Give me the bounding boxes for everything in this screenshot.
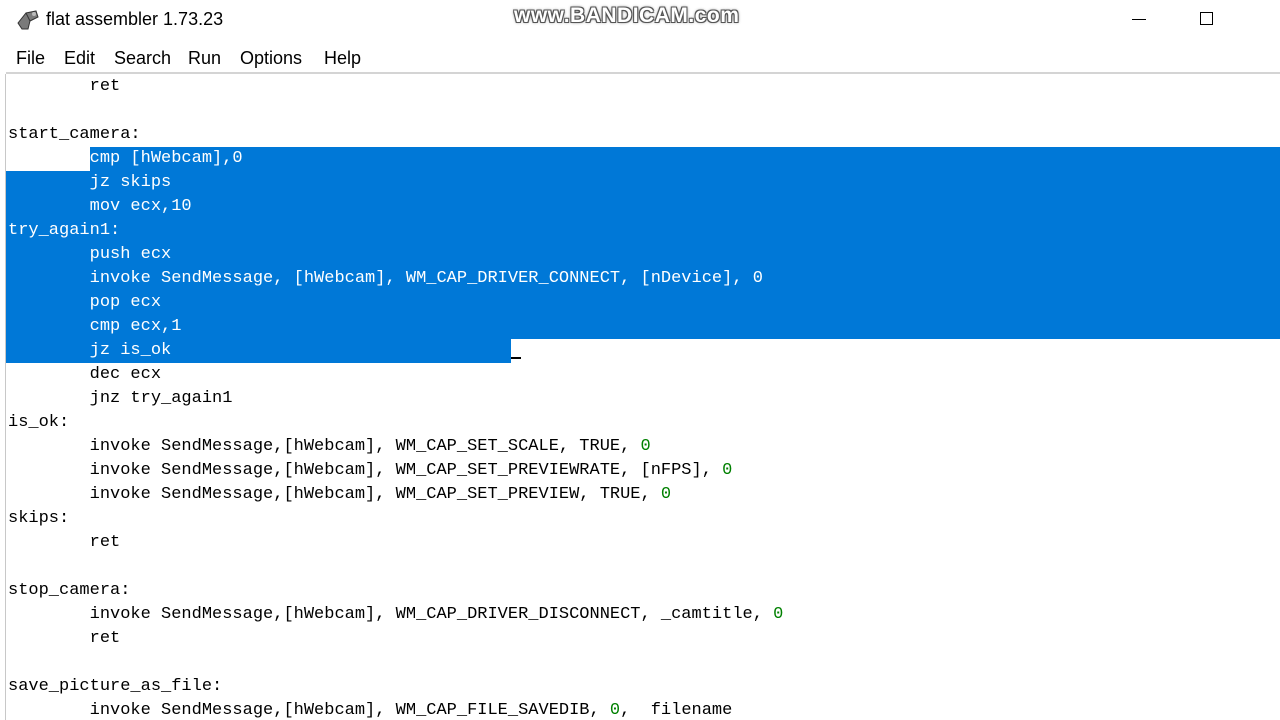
- selection-highlight: [6, 171, 1280, 339]
- code-text: save_picture_as_file:: [8, 677, 223, 696]
- code-text: ret: [8, 533, 121, 552]
- code-text: invoke SendMessage,[hWebcam], WM_CAP_SET…: [8, 485, 661, 504]
- code-line: start_camera:: [8, 123, 141, 147]
- code-line: invoke SendMessage, [hWebcam], WM_CAP_DR…: [8, 267, 763, 291]
- code-line: invoke SendMessage,[hWebcam], WM_CAP_FIL…: [8, 699, 733, 720]
- code-editor[interactable]: ret start_camera: cmp [hWebcam],0 jz skip…: [6, 74, 1280, 720]
- code-line: save_picture_as_file:: [8, 675, 222, 699]
- code-line: dec ecx: [8, 363, 161, 387]
- title-bar: flat assembler 1.73.23 www.BANDICAM.com: [0, 0, 1280, 40]
- minimize-icon: [1132, 19, 1146, 20]
- code-line: ret: [8, 75, 121, 99]
- code-text: pop ecx: [8, 293, 162, 312]
- menu-file[interactable]: File: [16, 48, 45, 69]
- numeric-literal: 0: [773, 605, 784, 624]
- menu-options[interactable]: Options: [240, 48, 302, 69]
- code-line: cmp ecx,1: [8, 315, 182, 339]
- code-text-continuation: , filename: [620, 701, 733, 720]
- code-line: skips:: [8, 507, 69, 531]
- menu-help[interactable]: Help: [324, 48, 361, 69]
- code-text: invoke SendMessage,[hWebcam], WM_CAP_DRI…: [8, 605, 774, 624]
- code-line: jnz try_again1: [8, 387, 233, 411]
- code-text: dec ecx: [8, 365, 162, 384]
- code-text: invoke SendMessage,[hWebcam], WM_CAP_SET…: [8, 461, 723, 480]
- code-text: push ecx: [8, 245, 172, 264]
- text-cursor: [511, 357, 521, 359]
- menu-bar: File Edit Search Run Options Help: [0, 42, 1280, 72]
- code-text: invoke SendMessage,[hWebcam], WM_CAP_SET…: [8, 437, 641, 456]
- code-text: invoke SendMessage,[hWebcam], WM_CAP_FIL…: [8, 701, 610, 720]
- watermark: www.BANDICAM.com: [514, 4, 740, 27]
- code-line: ret: [8, 627, 121, 651]
- numeric-literal: 0: [722, 461, 733, 480]
- code-text: try_again1:: [8, 221, 121, 240]
- code-line: cmp [hWebcam],0: [8, 147, 243, 171]
- selection-highlight: [90, 147, 1280, 171]
- numeric-literal: 0: [660, 485, 672, 504]
- code-text: start_camera:: [8, 125, 141, 144]
- code-line: invoke SendMessage,[hWebcam], WM_CAP_DRI…: [8, 603, 784, 627]
- code-text: mov ecx,10: [8, 197, 192, 216]
- code-line: invoke SendMessage,[hWebcam], WM_CAP_SET…: [8, 459, 733, 483]
- code-line: ret: [8, 531, 121, 555]
- code-line: jz skips: [8, 171, 172, 195]
- code-line: pop ecx: [8, 291, 161, 315]
- menu-edit[interactable]: Edit: [64, 48, 95, 69]
- window-title: flat assembler 1.73.23: [46, 9, 224, 29]
- code-text: cmp ecx,1: [8, 317, 182, 336]
- code-line: try_again1:: [8, 219, 120, 243]
- fasm-icon: [17, 10, 39, 30]
- code-text: invoke SendMessage, [hWebcam], WM_CAP_DR…: [8, 269, 763, 288]
- code-text: jnz try_again1: [8, 389, 233, 408]
- menu-search[interactable]: Search: [114, 48, 171, 69]
- menu-run[interactable]: Run: [188, 48, 221, 69]
- maximize-button[interactable]: [1184, 0, 1230, 40]
- code-text: ret: [8, 77, 121, 96]
- code-text: ret: [8, 629, 121, 648]
- code-line: stop_camera:: [8, 579, 130, 603]
- minimize-button[interactable]: [1116, 0, 1162, 40]
- code-text: is_ok:: [8, 413, 70, 432]
- numeric-literal: 0: [640, 437, 651, 456]
- code-line: invoke SendMessage,[hWebcam], WM_CAP_SET…: [8, 435, 651, 459]
- code-text: jz skips: [8, 173, 172, 192]
- code-line: invoke SendMessage,[hWebcam], WM_CAP_SET…: [8, 483, 672, 507]
- code-line: mov ecx,10: [8, 195, 192, 219]
- code-text: skips:: [8, 509, 70, 528]
- code-text: stop_camera:: [8, 581, 131, 600]
- code-text: jz is_ok: [8, 341, 172, 360]
- code-line: jz is_ok: [8, 339, 172, 363]
- code-line: push ecx: [8, 243, 172, 267]
- code-line: is_ok:: [8, 411, 69, 435]
- maximize-icon: [1200, 12, 1213, 25]
- code-text: cmp [hWebcam],0: [8, 149, 243, 168]
- numeric-literal: 0: [609, 701, 621, 720]
